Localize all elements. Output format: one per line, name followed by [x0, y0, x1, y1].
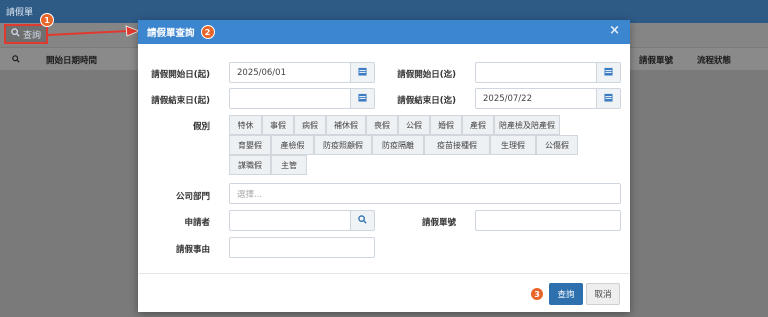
step-marker-1: 1	[40, 13, 54, 27]
leave-type-option[interactable]: 特休	[229, 115, 262, 135]
leave-type-option[interactable]: 公假	[398, 115, 430, 135]
leave-type-option[interactable]: 防疫照顧假	[314, 135, 372, 155]
end-to-label: 請假結束日(迄)	[397, 96, 456, 106]
leave-type-option[interactable]: 防疫隔離	[372, 135, 424, 155]
column-header-status[interactable]: 流程狀態	[697, 54, 731, 66]
calendar-icon	[604, 93, 613, 105]
dialog-header: 請假單查詢 2 ×	[138, 20, 630, 44]
column-header-form-no[interactable]: 請假單號	[639, 54, 673, 66]
leave-type-option[interactable]: 喪假	[366, 115, 398, 135]
calendar-icon	[604, 67, 613, 79]
end-from-calendar-button[interactable]	[350, 88, 375, 109]
toolbar-query-label: 查詢	[23, 30, 42, 41]
end-to-calendar-button[interactable]	[596, 88, 621, 109]
start-from-label: 請假開始日(起)	[151, 70, 210, 80]
leave-type-option[interactable]: 主管	[271, 155, 307, 175]
search-icon	[358, 214, 367, 227]
dept-select[interactable]: 選擇...	[229, 183, 621, 204]
column-header-start-time[interactable]: 開始日期時間	[46, 54, 97, 66]
start-to-calendar-button[interactable]	[596, 62, 621, 83]
form-no-field[interactable]	[475, 210, 621, 231]
toolbar-query-button[interactable]: 查詢	[4, 24, 48, 44]
leave-type-option[interactable]: 事假	[262, 115, 294, 135]
dept-label: 公司部門	[175, 192, 210, 202]
reason-field[interactable]	[229, 237, 375, 258]
cancel-button[interactable]: 取消	[586, 283, 620, 305]
leave-type-option[interactable]: 疫苗接種假	[424, 135, 490, 155]
leave-type-option[interactable]: 產檢假	[271, 135, 314, 155]
leave-type-option[interactable]: 育嬰假	[229, 135, 271, 155]
form-no-label: 請假單號	[421, 218, 456, 228]
start-to-field[interactable]	[475, 62, 597, 83]
arrow-icon	[48, 25, 140, 37]
leave-type-option[interactable]: 產假	[462, 115, 494, 135]
close-icon[interactable]: ×	[609, 23, 620, 39]
reason-label: 請假事由	[175, 245, 210, 255]
step-marker-2: 2	[200, 25, 215, 39]
leave-type-option[interactable]: 謀職假	[229, 155, 271, 175]
leave-type-option[interactable]: 陪產檢及陪產假	[494, 115, 560, 135]
leave-type-option[interactable]: 公傷假	[536, 135, 578, 155]
leave-type-option[interactable]: 婚假	[430, 115, 462, 135]
applicant-label: 申請者	[184, 218, 210, 228]
start-from-calendar-button[interactable]	[350, 62, 375, 83]
leave-type-label: 假別	[192, 122, 210, 132]
query-dialog: 請假單查詢 2 × 請假開始日(起) 2025/06/01 請假開始日(迄) 請…	[138, 20, 630, 312]
calendar-icon	[358, 93, 367, 105]
table-search-icon[interactable]	[12, 55, 20, 66]
step-marker-3: 3	[530, 287, 544, 301]
applicant-field[interactable]	[229, 210, 351, 231]
leave-type-option[interactable]: 補休假	[326, 115, 366, 135]
applicant-search-button[interactable]	[350, 210, 375, 231]
leave-type-option[interactable]: 生理假	[490, 135, 536, 155]
start-from-field[interactable]: 2025/06/01	[229, 62, 351, 83]
end-from-field[interactable]	[229, 88, 351, 109]
page-title: 請假單	[6, 8, 34, 18]
leave-type-option[interactable]: 病假	[294, 115, 326, 135]
query-button[interactable]: 查詢	[549, 283, 583, 305]
calendar-icon	[358, 67, 367, 79]
end-from-label: 請假結束日(起)	[151, 96, 210, 106]
search-icon	[11, 28, 20, 40]
start-to-label: 請假開始日(迄)	[397, 70, 456, 80]
footer-divider	[138, 273, 630, 274]
dialog-title: 請假單查詢	[147, 28, 195, 39]
end-to-field[interactable]: 2025/07/22	[475, 88, 597, 109]
